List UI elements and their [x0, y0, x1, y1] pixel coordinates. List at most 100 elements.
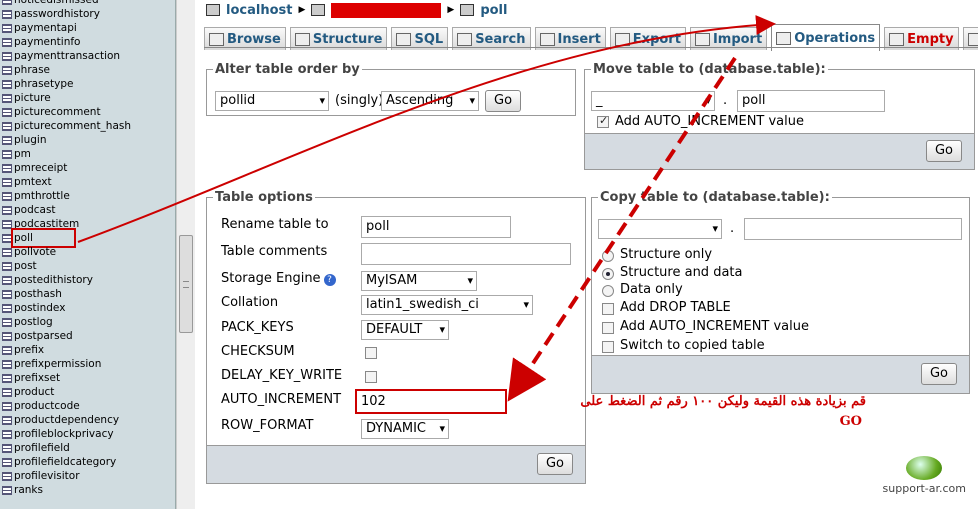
move-table-name-input[interactable]: poll — [737, 90, 885, 112]
sidebar-table-item[interactable]: passwordhistory — [0, 7, 175, 21]
sidebar-table-label[interactable]: plugin — [14, 133, 46, 147]
rename-table-input[interactable]: poll — [361, 216, 511, 238]
sidebar-table-label[interactable]: profilevisitor — [14, 469, 80, 483]
sidebar-table-label[interactable]: postparsed — [14, 329, 73, 343]
alter-order-go-button[interactable]: Go — [485, 90, 522, 112]
table-icon[interactable] — [2, 401, 12, 411]
sidebar-table-item[interactable]: productcode — [0, 399, 175, 413]
table-icon[interactable] — [2, 149, 12, 159]
switch-to-copied-checkbox[interactable] — [602, 341, 614, 353]
sidebar-table-label[interactable]: postlog — [14, 315, 53, 329]
copy-auto-increment-checkbox[interactable] — [602, 322, 614, 334]
table-icon[interactable] — [2, 163, 12, 173]
table-icon[interactable] — [2, 107, 12, 117]
table-icon[interactable] — [2, 359, 12, 369]
move-table-go-button[interactable]: Go — [925, 140, 962, 162]
sidebar-table-item[interactable]: paymentapi — [0, 21, 175, 35]
table-icon[interactable] — [2, 51, 12, 61]
data-only-radio[interactable] — [602, 285, 614, 297]
sidebar-table-item[interactable]: productdependency — [0, 413, 175, 427]
table-icon[interactable] — [2, 93, 12, 103]
help-icon[interactable]: ? — [323, 274, 336, 286]
table-icon[interactable] — [2, 191, 12, 201]
sidebar-table-label[interactable]: productcode — [14, 399, 80, 413]
sidebar-table-item[interactable]: profilefield — [0, 441, 175, 455]
table-icon[interactable] — [2, 219, 12, 229]
sidebar-table-label[interactable]: podcast — [14, 203, 56, 217]
sidebar-table-label[interactable]: pollvote — [14, 245, 56, 259]
sidebar-table-item[interactable]: prefixpermission — [0, 357, 175, 371]
sidebar-table-item[interactable]: plugin — [0, 133, 175, 147]
table-icon[interactable] — [2, 247, 12, 257]
order-column-select[interactable]: pollid — [215, 91, 329, 111]
sidebar-table-label[interactable]: prefix — [14, 343, 44, 357]
sidebar-table-item[interactable]: phrase — [0, 63, 175, 77]
table-icon[interactable] — [2, 429, 12, 439]
sidebar-table-label[interactable]: phrase — [14, 63, 50, 77]
sidebar-table-item[interactable]: poll — [0, 228, 175, 248]
table-icon[interactable] — [2, 443, 12, 453]
sidebar-table-label[interactable]: prefixset — [14, 371, 60, 385]
table-icon[interactable] — [2, 289, 12, 299]
sidebar-table-item[interactable]: picturecomment — [0, 105, 175, 119]
sidebar-table-label[interactable]: picturecomment_hash — [14, 119, 131, 133]
sidebar-table-label[interactable]: pmreceipt — [14, 161, 67, 175]
row-format-select[interactable]: DYNAMIC — [361, 419, 449, 439]
table-icon[interactable] — [2, 317, 12, 327]
sidebar-table-item[interactable]: paymentinfo — [0, 35, 175, 49]
move-database-select[interactable]: _ — [591, 91, 715, 111]
sidebar-table-item[interactable]: posthash — [0, 287, 175, 301]
pack-keys-select[interactable]: DEFAULT — [361, 320, 449, 340]
move-auto-increment-checkbox[interactable] — [597, 114, 609, 128]
sidebar-table-item[interactable]: noticedismissed — [0, 0, 175, 7]
table-icon[interactable] — [2, 9, 12, 19]
sidebar-scrollbar[interactable] — [176, 0, 195, 509]
table-icon[interactable] — [2, 303, 12, 313]
table-icon[interactable] — [2, 177, 12, 187]
sidebar-table-item[interactable]: postparsed — [0, 329, 175, 343]
checksum-checkbox[interactable] — [365, 347, 377, 359]
sidebar-table-label[interactable]: noticedismissed — [14, 0, 99, 7]
sidebar-table-item[interactable]: postindex — [0, 301, 175, 315]
table-icon[interactable] — [2, 135, 12, 145]
sidebar-table-item[interactable]: pmtext — [0, 175, 175, 189]
table-icon[interactable] — [2, 331, 12, 341]
sidebar-table-item[interactable]: postedithistory — [0, 273, 175, 287]
sidebar-table-label[interactable]: pmthrottle — [14, 189, 70, 203]
table-icon[interactable] — [2, 485, 12, 495]
sidebar-table-label[interactable]: picture — [14, 91, 51, 105]
sidebar-table-label[interactable]: product — [14, 385, 54, 399]
sidebar-table-item[interactable]: profileblockprivacy — [0, 427, 175, 441]
breadcrumb-table[interactable]: poll — [480, 3, 507, 18]
sidebar-table-label[interactable]: prefixpermission — [14, 357, 101, 371]
sidebar-table-label[interactable]: productdependency — [14, 413, 119, 427]
sidebar-table-label[interactable]: phrasetype — [14, 77, 73, 91]
sidebar-table-item[interactable]: profilevisitor — [0, 469, 175, 483]
sidebar-table-label[interactable]: passwordhistory — [14, 7, 100, 21]
sidebar-table-label[interactable]: podcastitem — [14, 217, 79, 231]
copy-table-go-button[interactable]: Go — [920, 363, 957, 385]
sidebar-table-label[interactable]: profileblockprivacy — [14, 427, 114, 441]
sidebar-table-label[interactable]: postindex — [14, 301, 65, 315]
sidebar-table-item[interactable]: podcastitem — [0, 217, 175, 231]
sidebar-table-label[interactable]: pm — [14, 147, 31, 161]
sidebar-table-item[interactable]: post — [0, 259, 175, 273]
table-icon[interactable] — [2, 79, 12, 89]
sidebar-table-label[interactable]: ranks — [14, 483, 43, 497]
table-icon[interactable] — [2, 23, 12, 33]
sidebar-table-label[interactable]: profilefield — [14, 441, 70, 455]
table-icon[interactable] — [2, 471, 12, 481]
table-icon[interactable] — [2, 275, 12, 285]
sidebar-table-label[interactable]: picturecomment — [14, 105, 101, 119]
structure-and-data-radio[interactable] — [602, 268, 614, 280]
sidebar-table-label[interactable]: profilefieldcategory — [14, 455, 116, 469]
table-icon[interactable] — [2, 37, 12, 47]
delay-key-write-checkbox[interactable] — [365, 371, 377, 383]
table-options-go-button[interactable]: Go — [536, 453, 573, 475]
order-direction-select[interactable]: Ascending — [381, 91, 479, 111]
sidebar-table-label[interactable]: post — [14, 259, 37, 273]
table-icon[interactable] — [2, 261, 12, 271]
structure-only-radio[interactable] — [602, 250, 614, 262]
sidebar-table-item[interactable]: pollvote — [0, 245, 175, 259]
auto-increment-input[interactable]: 102 — [355, 389, 507, 414]
